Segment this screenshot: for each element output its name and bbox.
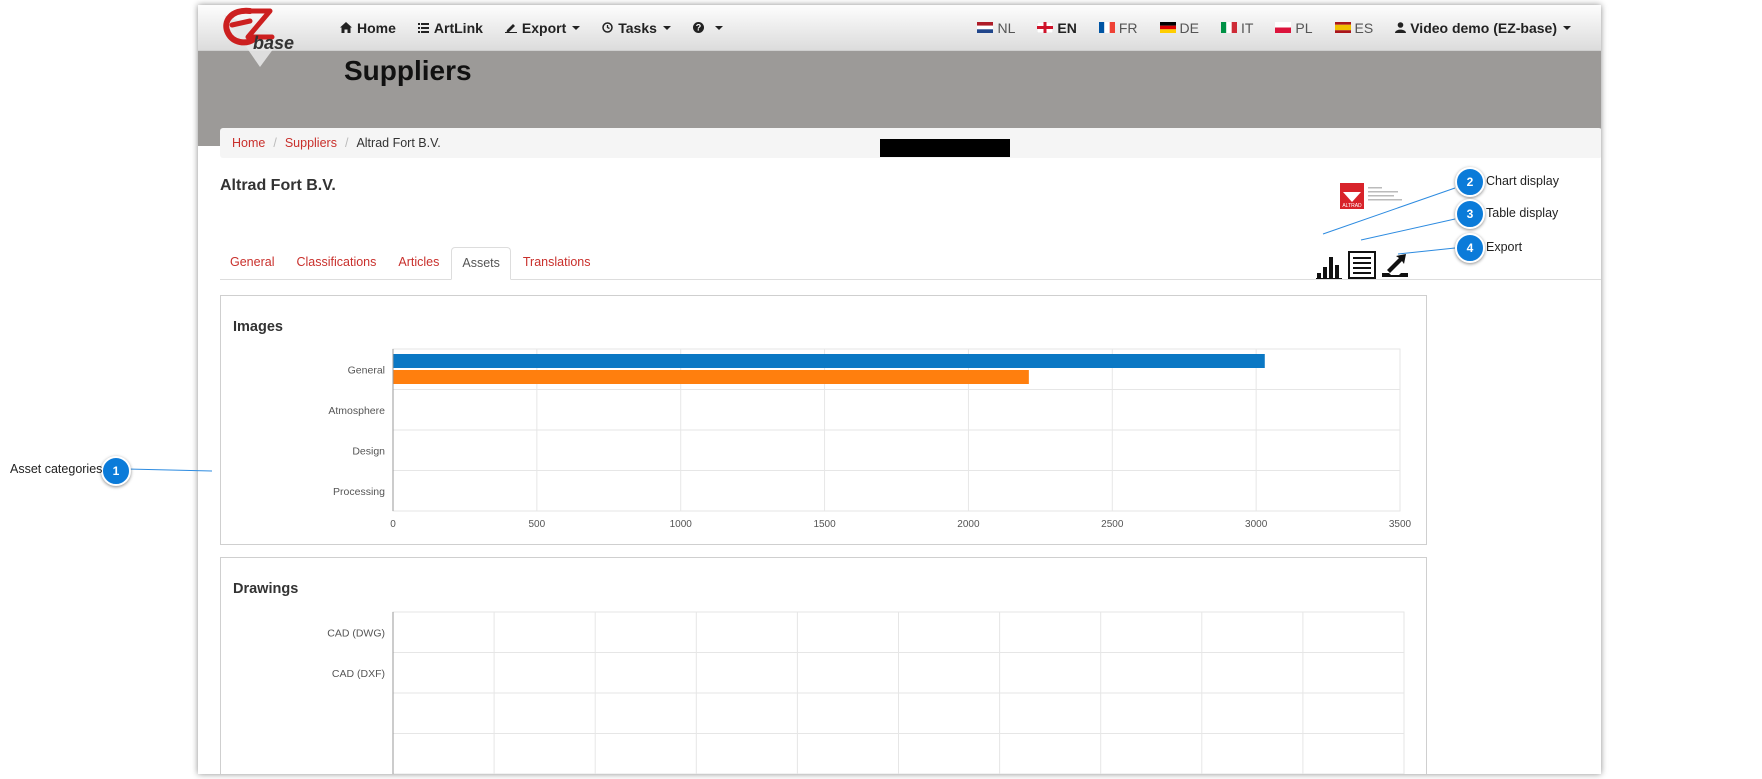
callout-badge-4: 4: [1455, 233, 1485, 263]
supplier-name: Altrad Fort B.V.: [220, 177, 336, 194]
clock-icon: [602, 22, 613, 33]
x-tick-label: 2000: [957, 519, 980, 530]
callout-badge-2: 2: [1455, 167, 1485, 197]
export-icon: [1382, 254, 1408, 277]
x-tick-label: 0: [390, 519, 396, 530]
x-tick-label: 2500: [1101, 519, 1124, 530]
flag-de-icon: [1159, 22, 1176, 33]
supplier-logo: ALTRAD: [1340, 183, 1402, 209]
x-tick-label: 500: [529, 519, 546, 530]
breadcrumb-suppliers-link[interactable]: Suppliers: [285, 136, 337, 150]
supplier-logo-lines: [1368, 187, 1402, 201]
flag-pl-icon: [1275, 22, 1292, 33]
drawings-panel: Drawings CAD (DWG) CAD (DXF): [220, 557, 1427, 774]
lang-es[interactable]: ES: [1334, 20, 1373, 36]
nav-tasks[interactable]: Tasks: [602, 20, 671, 36]
user-menu[interactable]: Video demo (EZ-base): [1395, 20, 1571, 36]
nav-help[interactable]: ?: [692, 22, 723, 33]
lang-fr[interactable]: FR: [1098, 20, 1138, 36]
callout-label-2: Chart display: [1486, 174, 1559, 188]
bar-chart-icon: [1316, 257, 1342, 279]
lang-de[interactable]: DE: [1159, 20, 1199, 36]
y-category-label: General: [348, 364, 385, 376]
flag-it-icon: [1220, 22, 1237, 33]
tab-classifications[interactable]: Classifications: [286, 247, 386, 278]
nav-right: NL EN FR DE IT PL ES Video demo (EZ-base…: [955, 5, 1571, 50]
breadcrumb-home-link[interactable]: Home: [232, 136, 265, 150]
breadcrumb-separator: /: [344, 136, 349, 150]
x-tick-label: 3000: [1245, 519, 1268, 530]
table-icon: [1348, 251, 1376, 279]
y-category-label: Atmosphere: [328, 405, 385, 417]
flag-fr-icon: [1098, 22, 1115, 33]
nav-export-label: Export: [521, 19, 567, 36]
nav-home-label: Home: [357, 19, 396, 36]
nav-artlink-label: ArtLink: [433, 19, 483, 36]
nav-tasks-label: Tasks: [618, 19, 657, 36]
images-bar-chart: 0 500 1000 1500 2000 2500 3000 3500 General Atmos…: [328, 348, 1412, 530]
export-button[interactable]: [1381, 251, 1409, 279]
logo-text: base: [253, 33, 294, 53]
callout-label-3: Table display: [1486, 206, 1559, 220]
supplier-logo-text: ALTRAD: [1342, 203, 1362, 209]
y-category-label: CAD (DWG): [327, 627, 385, 639]
chevron-down-icon: [662, 25, 671, 30]
tab-general[interactable]: General: [220, 247, 284, 278]
y-category-label: CAD (DXF): [332, 668, 385, 680]
flag-es-icon: [1334, 22, 1351, 33]
lang-nl[interactable]: NL: [977, 20, 1015, 36]
pencil-icon: [504, 24, 517, 33]
nav-artlink[interactable]: ArtLink: [417, 19, 483, 36]
chevron-down-icon: [572, 25, 581, 30]
breadcrumb-separator: /: [273, 136, 277, 150]
user-name: Video demo (EZ-base): [1410, 19, 1557, 36]
app-window: Home ArtLink Export Tasks ? NL EN FR DE …: [198, 5, 1601, 774]
tab-articles[interactable]: Articles: [388, 247, 449, 278]
breadcrumb-current: Altrad Fort B.V.: [356, 136, 441, 150]
drawings-bar-chart: CAD (DWG) CAD (DXF): [327, 611, 1405, 774]
tab-translations[interactable]: Translations: [513, 247, 601, 278]
chevron-down-icon: [1563, 25, 1571, 30]
callout-badge-1: 1: [101, 456, 131, 486]
bar-series-2[interactable]: [393, 370, 1029, 384]
lang-pl[interactable]: PL: [1275, 20, 1313, 36]
lang-it[interactable]: IT: [1220, 20, 1253, 36]
x-tick-label: 1000: [670, 519, 693, 530]
flag-en-icon: [1037, 22, 1054, 33]
lang-en[interactable]: EN: [1037, 20, 1077, 36]
callout-label-4: Export: [1486, 240, 1523, 254]
x-tick-label: 3500: [1389, 519, 1412, 530]
ezbase-logo[interactable]: base: [220, 7, 306, 71]
x-tick-label: 1500: [813, 519, 836, 530]
tab-assets[interactable]: Assets: [451, 247, 511, 280]
list-icon: [417, 22, 429, 33]
view-toolbar: [1310, 245, 1409, 279]
table-display-button[interactable]: [1348, 251, 1376, 279]
images-panel: Images 0 500 1000 1500 2000 2500 3000 3500 Gener…: [220, 295, 1427, 545]
chart-display-button[interactable]: [1315, 251, 1343, 279]
nav-home[interactable]: Home: [340, 20, 396, 36]
chevron-down-icon: [714, 25, 723, 30]
y-category-label: Design: [352, 445, 385, 457]
bar-series-1[interactable]: [393, 354, 1265, 368]
user-icon: [1395, 22, 1407, 33]
home-icon: [340, 22, 352, 33]
flag-nl-icon: [977, 22, 994, 33]
callout-label-1: Asset categories: [10, 462, 103, 476]
nav-export[interactable]: Export: [504, 19, 581, 36]
help-icon: ?: [692, 22, 704, 33]
callout-badge-3: 3: [1455, 199, 1485, 229]
page-title: Suppliers: [344, 55, 472, 86]
svg-text:?: ?: [696, 23, 702, 33]
y-category-label: Processing: [333, 486, 385, 498]
nav-menu: Home ArtLink Export Tasks ?: [340, 5, 745, 50]
redaction-box: [880, 139, 1010, 157]
top-navbar: Home ArtLink Export Tasks ? NL EN FR DE …: [198, 5, 1601, 51]
